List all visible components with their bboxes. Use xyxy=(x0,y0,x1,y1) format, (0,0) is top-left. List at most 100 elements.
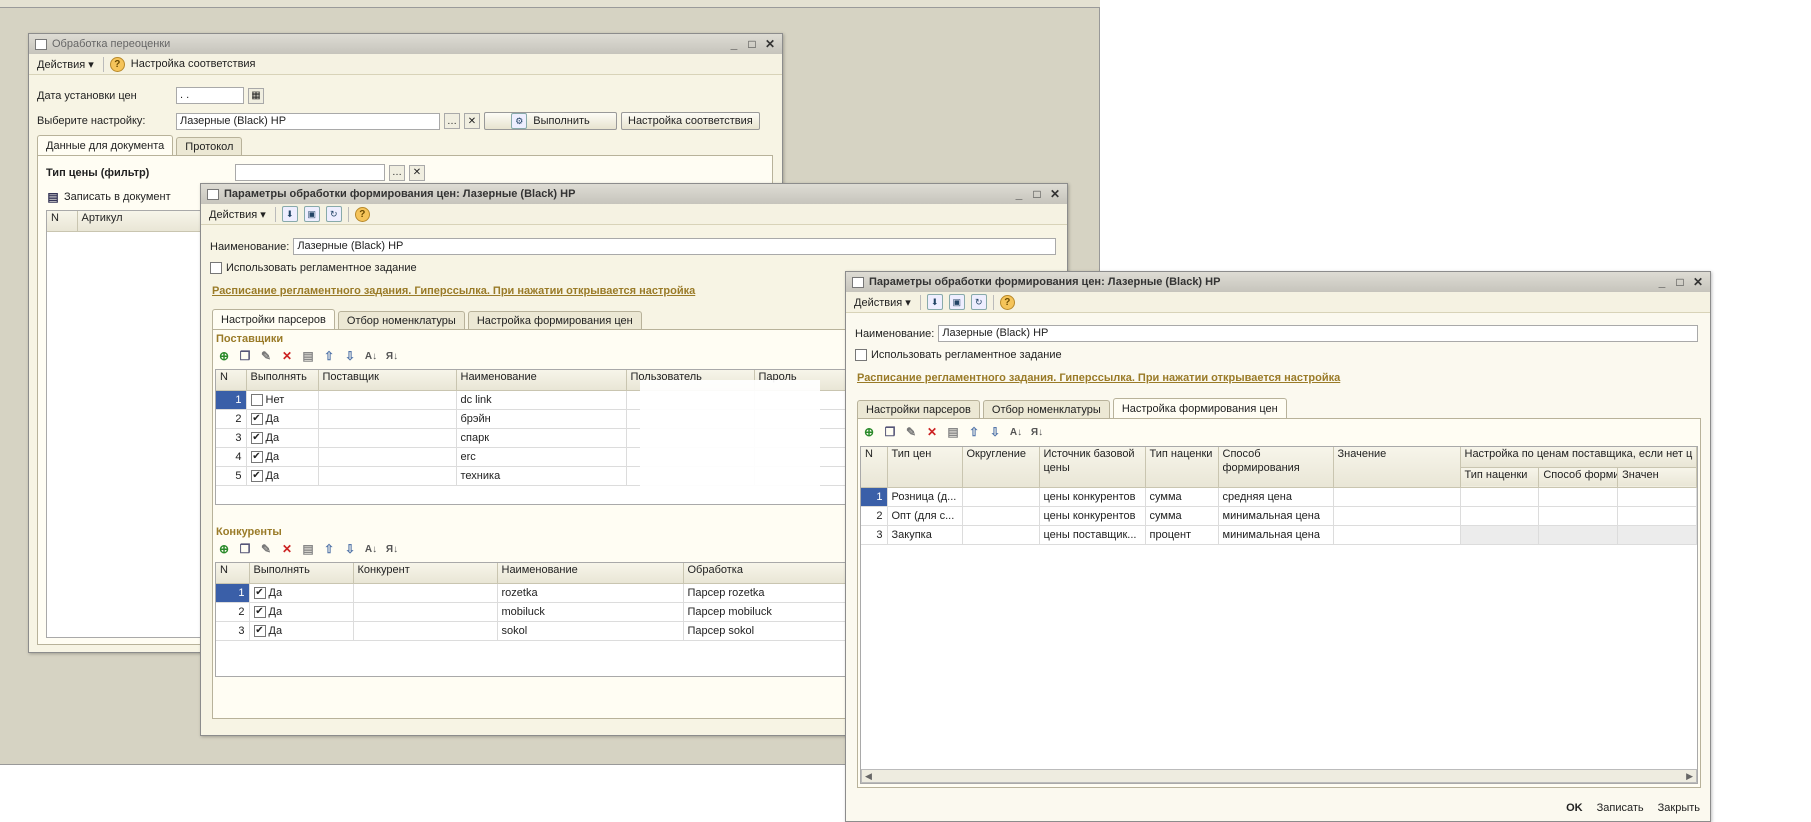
execute-cell[interactable]: ✔ Да xyxy=(246,428,319,448)
execute-checkbox[interactable]: ✔ xyxy=(250,412,263,425)
tab-nomenclature[interactable]: Отбор номенклатуры xyxy=(982,400,1110,418)
name-cell[interactable]: dc link xyxy=(456,390,627,410)
move-down-icon[interactable]: ⇩ xyxy=(343,349,357,363)
close-icon[interactable]: ✕ xyxy=(764,37,776,51)
rounding-cell[interactable] xyxy=(962,506,1040,526)
method-cell[interactable]: средняя цена xyxy=(1218,487,1334,507)
end-edit-icon[interactable]: ▤ xyxy=(946,425,960,439)
method-cell[interactable]: минимальная цена xyxy=(1218,525,1334,545)
source-cell[interactable]: цены поставщик... xyxy=(1039,525,1146,545)
tab-document-data[interactable]: Данные для документа xyxy=(37,135,174,155)
edit-icon[interactable]: ✎ xyxy=(259,542,273,556)
execute-cell[interactable]: ✔ Да xyxy=(249,621,354,641)
minimize-icon[interactable]: _ xyxy=(1656,275,1668,289)
write-doc-command[interactable]: Записать в документ xyxy=(64,191,171,203)
sort-desc-icon[interactable]: Я↓ xyxy=(385,349,399,363)
tab-price-forming[interactable]: Настройка формирования цен xyxy=(467,311,642,329)
run-button[interactable]: ⚙ Выполнить xyxy=(484,112,617,130)
table-row[interactable]: 3 Закупка цены поставщик... процент мини… xyxy=(861,525,1697,545)
execute-cell[interactable]: Нет xyxy=(246,390,319,410)
schedule-link[interactable]: Расписание регламентного задания. Гиперс… xyxy=(212,285,695,297)
move-down-icon[interactable]: ⇩ xyxy=(988,425,1002,439)
supplier-cell[interactable] xyxy=(318,409,457,429)
move-down-icon[interactable]: ⇩ xyxy=(343,542,357,556)
value-cell[interactable] xyxy=(1333,506,1461,526)
execute-cell[interactable]: ✔ Да xyxy=(249,583,354,603)
sub-markup-cell[interactable] xyxy=(1460,487,1540,507)
source-cell[interactable]: цены конкурентов xyxy=(1039,506,1146,526)
supplier-cell[interactable] xyxy=(318,390,457,410)
calendar-icon[interactable]: ▦ xyxy=(248,87,264,104)
markup-cell[interactable]: процент xyxy=(1145,525,1219,545)
tab-parsers[interactable]: Настройки парсеров xyxy=(857,400,980,418)
value-cell[interactable] xyxy=(1333,525,1461,545)
execute-cell[interactable]: ✔ Да xyxy=(249,602,354,622)
save-icon[interactable]: ▤ xyxy=(46,190,60,204)
rounding-cell[interactable] xyxy=(962,525,1040,545)
save-close-icon[interactable]: ⬇ xyxy=(926,294,943,310)
supplier-cell[interactable] xyxy=(318,466,457,486)
end-edit-icon[interactable]: ▤ xyxy=(301,349,315,363)
add-icon[interactable]: ⊕ xyxy=(862,425,876,439)
markup-cell[interactable]: сумма xyxy=(1145,506,1219,526)
close-button[interactable]: Закрыть xyxy=(1658,802,1700,814)
setting-field[interactable]: Лазерные (Black) HP xyxy=(176,112,440,130)
ok-button[interactable]: OK xyxy=(1566,802,1583,814)
name-field[interactable]: Лазерные (Black) HP xyxy=(293,238,1057,255)
copy-icon[interactable]: ❐ xyxy=(238,542,252,556)
match-settings-button[interactable]: Настройка соответствия xyxy=(621,112,760,130)
actions-menu[interactable]: Действия ▾ xyxy=(851,295,914,310)
supplier-cell[interactable] xyxy=(318,447,457,467)
end-edit-icon[interactable]: ▤ xyxy=(301,542,315,556)
competitor-cell[interactable] xyxy=(353,583,498,603)
help-icon[interactable]: ? xyxy=(354,206,370,222)
execute-cell[interactable]: ✔ Да xyxy=(246,466,319,486)
execute-checkbox[interactable]: ✔ xyxy=(253,605,266,618)
name-cell[interactable]: rozetka xyxy=(497,583,684,603)
sub-method-cell[interactable] xyxy=(1538,487,1619,507)
actions-menu[interactable]: Действия ▾ xyxy=(34,57,97,72)
match-settings-command[interactable]: Настройка соответствия xyxy=(131,58,256,70)
schedule-link[interactable]: Расписание регламентного задания. Гиперс… xyxy=(857,372,1340,384)
supplier-cell[interactable] xyxy=(318,428,457,448)
delete-icon[interactable]: ✕ xyxy=(280,542,294,556)
help-icon[interactable]: ? xyxy=(999,294,1015,310)
price-type-cell[interactable]: Опт (для с... xyxy=(887,506,963,526)
name-field[interactable]: Лазерные (Black) HP xyxy=(938,325,1699,342)
date-field[interactable]: . . xyxy=(176,87,244,104)
name-cell[interactable]: erc xyxy=(456,447,627,467)
tab-parsers[interactable]: Настройки парсеров xyxy=(212,309,335,329)
sub-value-cell[interactable] xyxy=(1617,506,1697,526)
clear-icon[interactable]: ✕ xyxy=(409,164,425,181)
close-icon[interactable]: ✕ xyxy=(1049,187,1061,201)
table-row[interactable]: 1 Розница (д... цены конкурентов сумма с… xyxy=(861,487,1697,507)
method-cell[interactable]: минимальная цена xyxy=(1218,506,1334,526)
sort-desc-icon[interactable]: Я↓ xyxy=(1030,425,1044,439)
refresh-icon[interactable]: ↻ xyxy=(325,206,342,222)
price-type-cell[interactable]: Розница (д... xyxy=(887,487,963,507)
move-up-icon[interactable]: ⇧ xyxy=(322,542,336,556)
maximize-icon[interactable]: □ xyxy=(746,37,758,51)
sort-asc-icon[interactable]: A↓ xyxy=(364,542,378,556)
execute-checkbox[interactable]: ✔ xyxy=(250,450,263,463)
tab-protocol[interactable]: Протокол xyxy=(176,137,243,155)
name-cell[interactable]: sokol xyxy=(497,621,684,641)
execute-checkbox[interactable]: ✔ xyxy=(253,624,266,637)
execute-checkbox[interactable] xyxy=(250,393,263,406)
value-cell[interactable] xyxy=(1333,487,1461,507)
minimize-icon[interactable]: _ xyxy=(1013,187,1025,201)
edit-icon[interactable]: ✎ xyxy=(259,349,273,363)
name-cell[interactable]: техника xyxy=(456,466,627,486)
refresh-icon[interactable]: ↻ xyxy=(970,294,987,310)
minimize-icon[interactable]: _ xyxy=(728,37,740,51)
save-button[interactable]: Записать xyxy=(1597,802,1644,814)
scroll-right-icon[interactable]: ▶ xyxy=(1686,771,1693,782)
source-cell[interactable]: цены конкурентов xyxy=(1039,487,1146,507)
sort-asc-icon[interactable]: A↓ xyxy=(364,349,378,363)
sub-value-cell[interactable] xyxy=(1617,525,1697,545)
select-icon[interactable]: … xyxy=(389,164,405,181)
horizontal-scrollbar[interactable]: ◀ ▶ xyxy=(861,769,1697,783)
sub-method-cell[interactable] xyxy=(1538,506,1619,526)
execute-checkbox[interactable]: ✔ xyxy=(250,431,263,444)
save-icon[interactable]: ▣ xyxy=(948,294,965,310)
